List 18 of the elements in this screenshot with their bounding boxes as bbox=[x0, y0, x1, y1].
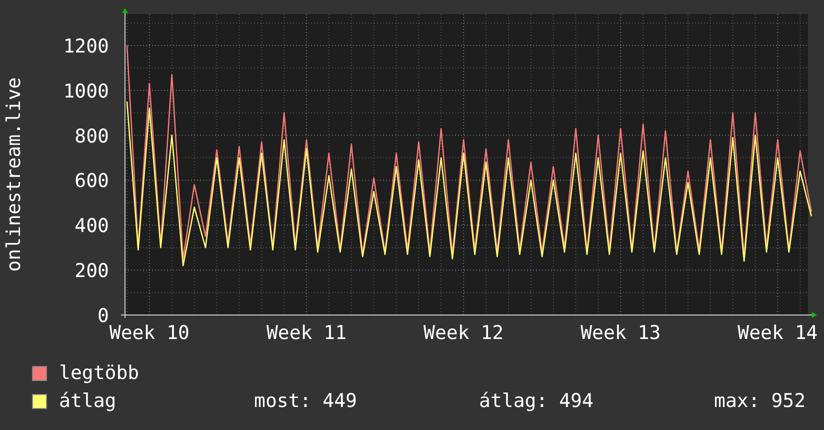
x-tick-label: Week 11 bbox=[266, 322, 347, 340]
y-tick-label: 1200 bbox=[63, 35, 109, 58]
legend-label: átlag bbox=[59, 389, 118, 413]
y-axis-title: onlinestream.live bbox=[3, 77, 25, 272]
stat-text: most: 449 bbox=[254, 389, 358, 413]
y-tick-label: 600 bbox=[74, 170, 109, 192]
stat-text: max: 952 bbox=[714, 389, 806, 413]
x-tick-label: Week 13 bbox=[580, 322, 661, 340]
stat-text: átlag: 494 bbox=[479, 389, 594, 413]
y-tick-label: 400 bbox=[74, 215, 109, 238]
x-tick-label: Week 10 bbox=[109, 322, 190, 340]
y-tick-label: 800 bbox=[74, 125, 109, 148]
x-tick-label: Week 12 bbox=[424, 322, 504, 340]
legend-label: legtöbb bbox=[59, 361, 140, 385]
y-tick-label: 1000 bbox=[63, 80, 109, 102]
x-tick-label: Week 14 bbox=[738, 322, 818, 340]
y-tick-label: 200 bbox=[74, 260, 109, 282]
y-tick-label: 0 bbox=[98, 305, 109, 327]
